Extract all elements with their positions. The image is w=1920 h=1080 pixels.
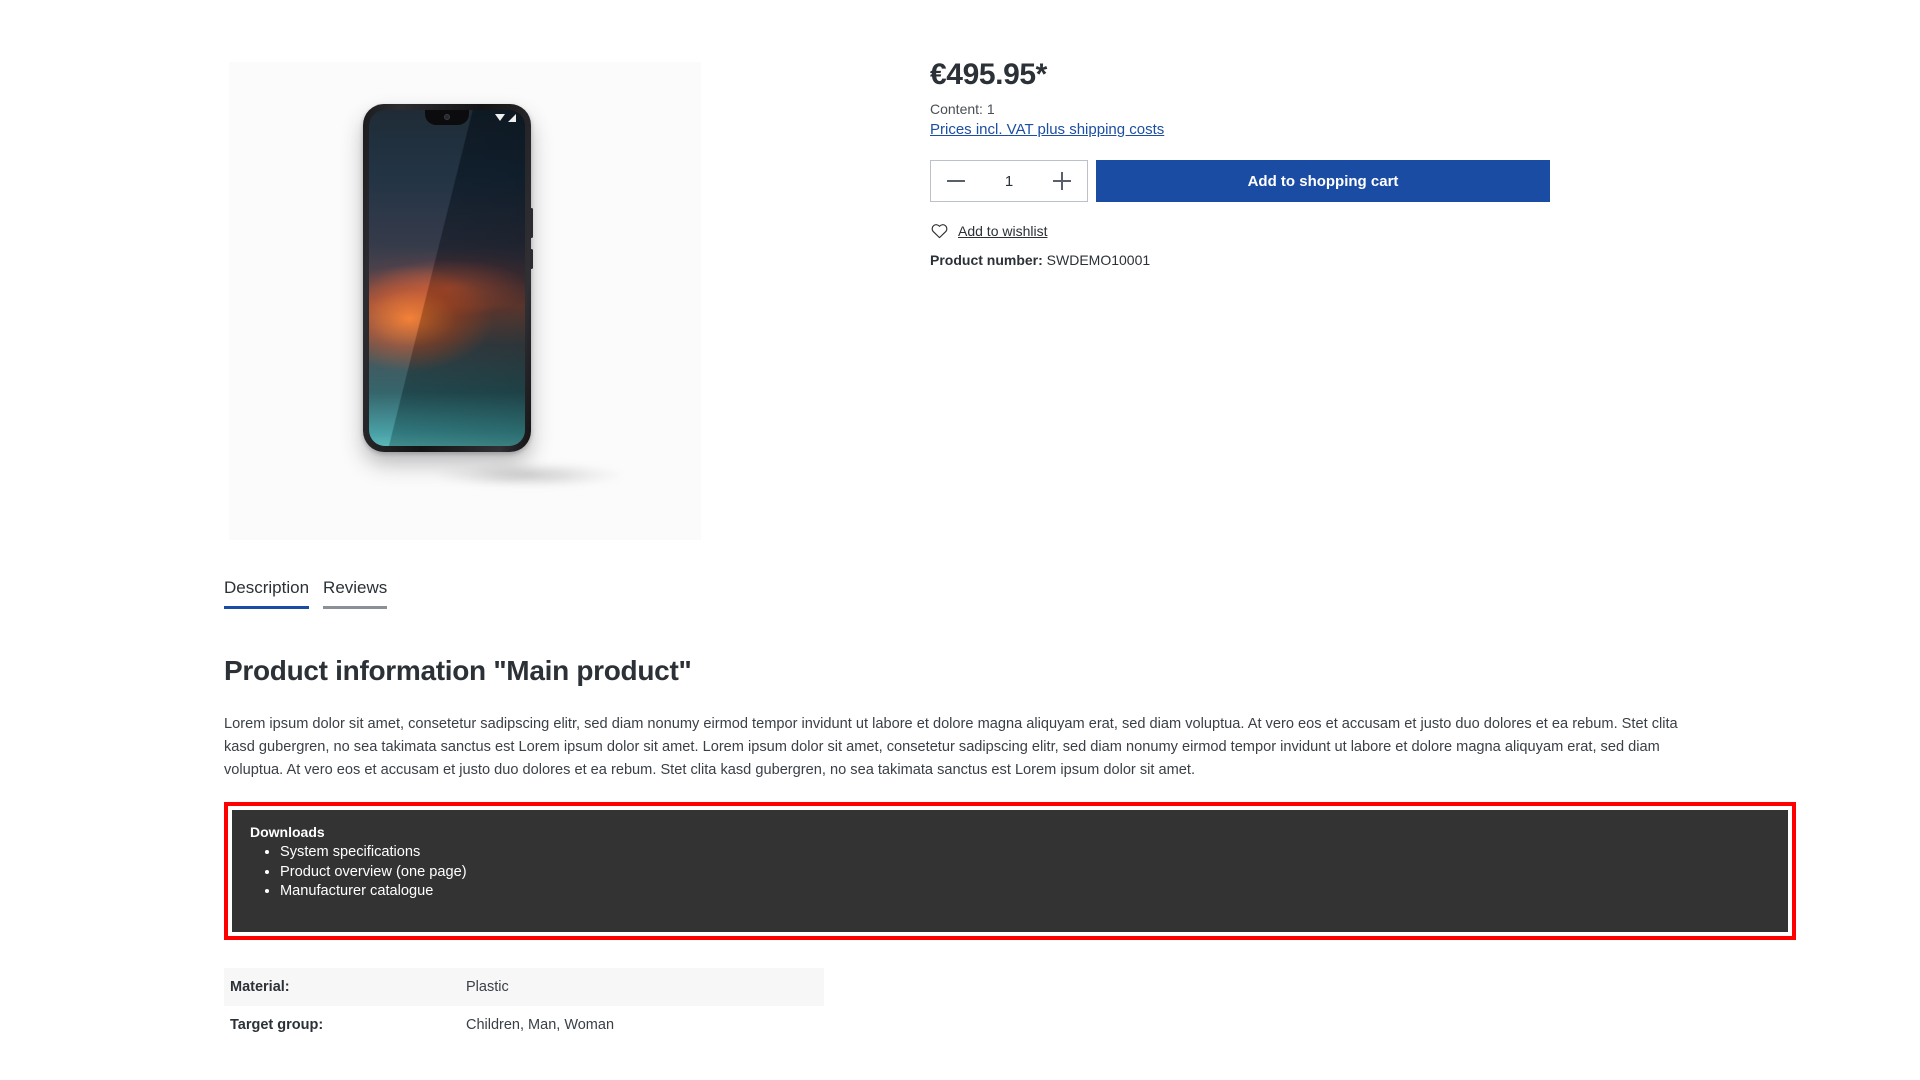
phone-notch [425,110,469,125]
downloads-panel: Downloads System specifications Product … [232,810,1788,932]
table-row: Target group: Children, Man, Woman [224,1006,824,1044]
add-to-wishlist-button[interactable]: Add to wishlist [930,222,1550,239]
downloads-title: Downloads [250,824,325,840]
smartphone-product-image [363,104,533,452]
downloads-highlight-box: Downloads System specifications Product … [224,802,1796,940]
phone-screen-gloss [369,110,525,446]
product-buy-box: €495.95* Content: 1 Prices incl. VAT plu… [930,40,1550,540]
product-top-section: €495.95* Content: 1 Prices incl. VAT plu… [0,0,1920,540]
list-item[interactable]: Product overview (one page) [280,863,1770,883]
product-image-frame[interactable] [229,62,701,540]
property-value: Plastic [466,978,509,995]
downloads-list: System specifications Product overview (… [250,843,1770,902]
property-value: Children, Man, Woman [466,1016,615,1033]
vat-shipping-link[interactable]: Prices incl. VAT plus shipping costs [930,121,1164,138]
signal-icon [508,114,516,122]
tab-reviews[interactable]: Reviews [323,578,388,609]
product-number-value: SWDEMO10001 [1046,252,1151,268]
product-content: Content: 1 [930,101,995,117]
plus-icon[interactable] [1051,170,1073,192]
table-row: Material: Plastic [224,967,824,1006]
product-detail-page: €495.95* Content: 1 Prices incl. VAT plu… [0,0,1920,1080]
product-number-label: Product number: [930,252,1043,268]
product-gallery [0,40,930,540]
wifi-icon [495,114,505,121]
buy-row: 1 Add to shopping cart [930,160,1550,202]
product-number: Product number: SWDEMO10001 [930,252,1550,268]
phone-volume-button [530,208,533,238]
list-item[interactable]: System specifications [280,843,1770,863]
product-price: €495.95* [930,58,1047,91]
phone-power-button [530,249,533,269]
description-paragraph: Lorem ipsum dolor sit amet, consetetur s… [224,716,1678,778]
heart-icon [931,224,948,239]
phone-screen [369,110,525,446]
product-properties-table: Material: Plastic Target group: Children… [224,967,824,1044]
list-item[interactable]: Manufacturer catalogue [280,882,1770,902]
minus-icon[interactable] [945,170,967,192]
quantity-stepper[interactable]: 1 [930,160,1088,202]
product-tabs: Description Reviews [224,578,1780,609]
quantity-input[interactable]: 1 [967,173,1051,190]
front-camera-icon [444,114,450,120]
wishlist-label: Add to wishlist [958,222,1048,239]
tab-description[interactable]: Description [224,578,310,609]
product-detail-lower: Description Reviews Product information … [0,578,1920,1044]
property-label: Target group: [230,1016,324,1033]
property-label: Material: [230,978,290,995]
page-title: Product information "Main product" [224,655,692,686]
product-image-shadow [434,462,624,488]
add-to-cart-button[interactable]: Add to shopping cart [1096,160,1550,202]
